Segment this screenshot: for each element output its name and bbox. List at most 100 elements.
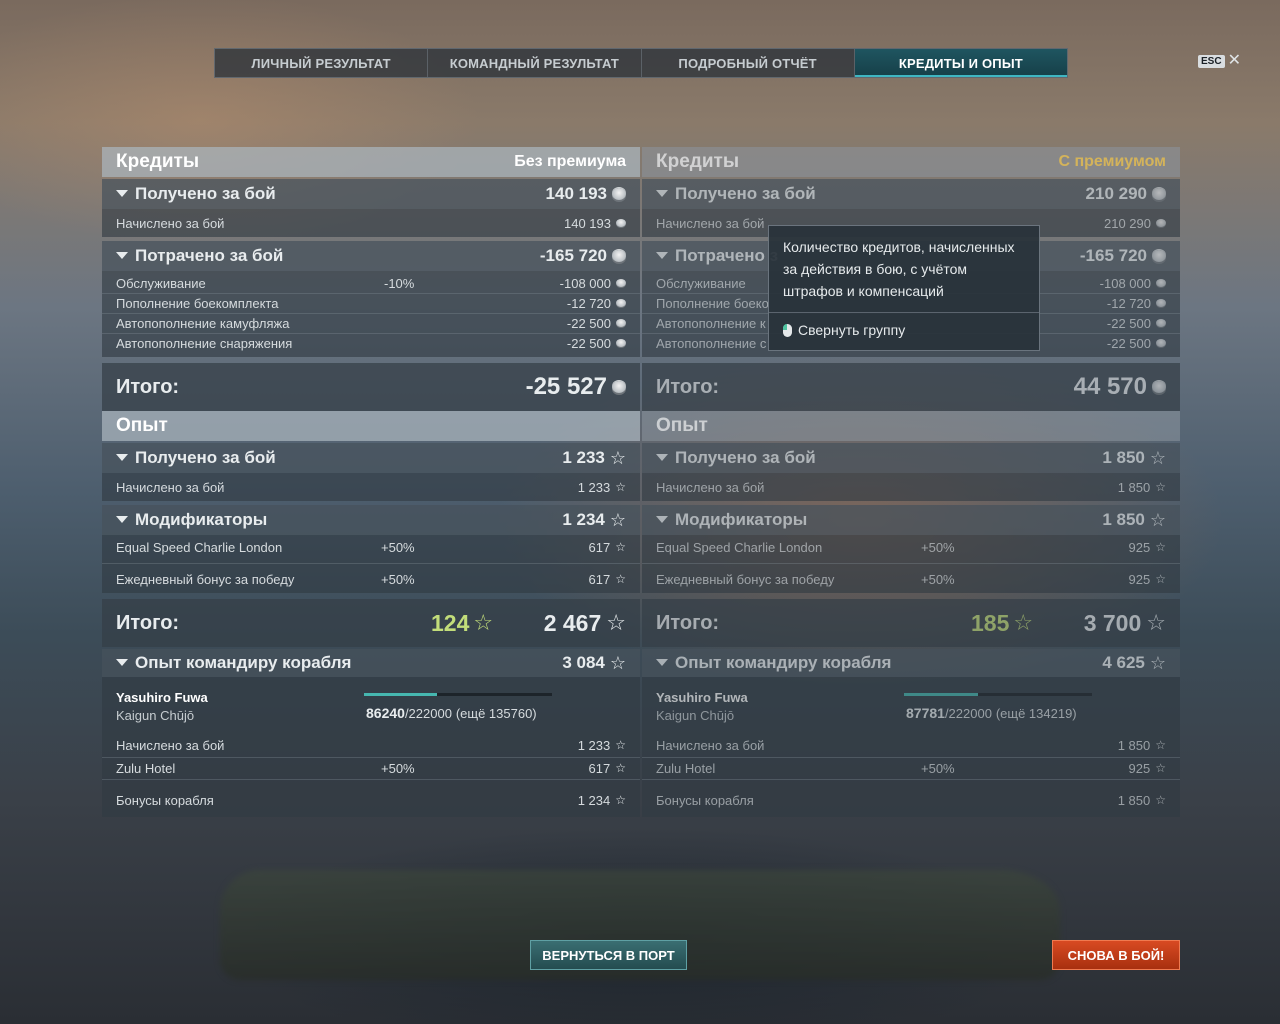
star-icon: ☆ (1146, 610, 1166, 635)
battle-again-button[interactable]: СНОВА В БОЙ! (1052, 940, 1180, 970)
row-value: -12 720 (1106, 295, 1151, 311)
group-label: Опыт командиру корабля (675, 653, 892, 672)
row-modifier-flag: Equal Speed Charlie London +50% 925 ☆ (642, 537, 1180, 557)
progress-fill (364, 693, 437, 696)
group-commander-xp[interactable]: Опыт командиру корабля 3 084 ☆ (102, 649, 640, 677)
commander-xp-text: 87781/222000 (ещё 134219) (906, 705, 1077, 721)
group-value: 4 625 (1102, 653, 1145, 672)
group-value: 1 850 (1102, 448, 1145, 467)
group-credits-earned[interactable]: Получено за бой 210 290 (642, 179, 1180, 209)
credit-coin-icon (1156, 219, 1166, 227)
group-xp-modifiers[interactable]: Модификаторы 1 234 ☆ (102, 505, 640, 535)
commander-name: Yasuhiro Fuwa (116, 690, 208, 705)
group-value: 1 234 (562, 510, 605, 529)
panel-without-premium: Кредиты Без премиума Получено за бой 140… (102, 147, 640, 817)
triangle-down-icon (656, 189, 668, 197)
row-percent: +50% (381, 539, 415, 555)
credit-coin-icon (1152, 188, 1166, 200)
free-xp-value: 185 (971, 609, 1010, 636)
tab-team-result[interactable]: КОМАНДНЫЙ РЕЗУЛЬТАТ (428, 49, 642, 77)
row-value: -12 720 (566, 295, 611, 311)
star-icon: ☆ (1155, 793, 1166, 807)
row-label: Пополнение боеко (656, 295, 769, 311)
total-value: 44 570 (1073, 373, 1147, 400)
tab-credits-and-xp[interactable]: КРЕДИТЫ И ОПЫТ (854, 49, 1067, 77)
xp-total: Итого: 124 ☆ 2 467 ☆ (102, 599, 640, 647)
row-label: Бонусы корабля (116, 792, 214, 808)
group-label: Опыт командиру корабля (135, 653, 352, 672)
row-label: Бонусы корабля (656, 792, 754, 808)
row-label: Обслуживание (656, 275, 746, 291)
row-label: Начислено за бой (656, 479, 765, 495)
credit-coin-icon (612, 250, 626, 262)
group-credits-spent[interactable]: Потрачено за бой -165 720 (102, 241, 640, 271)
group-value: 210 290 (1085, 184, 1147, 203)
row-value: 925 (1128, 539, 1151, 555)
row-commander-flag: Zulu Hotel +50% 925 ☆ (642, 758, 1180, 778)
commander-rank: Kaigun Chūjō (116, 708, 195, 723)
row-value: -108 000 (559, 275, 611, 291)
credit-coin-icon (612, 188, 626, 200)
credit-coin-icon (1152, 381, 1166, 393)
tab-detailed-report[interactable]: ПОДРОБНЫЙ ОТЧЁТ (642, 49, 855, 77)
row-label: Zulu Hotel (116, 760, 176, 776)
row-value: -22 500 (1106, 315, 1151, 331)
credit-coin-icon (616, 339, 626, 347)
mode-label: Без премиума (514, 153, 626, 170)
xp-title: Опыт (116, 415, 168, 436)
return-to-port-button[interactable]: ВЕРНУТЬСЯ В ПОРТ (530, 940, 687, 970)
commander-xp-progress (364, 693, 552, 696)
star-icon: ☆ (1155, 480, 1166, 494)
row-value: 1 233 (577, 479, 611, 495)
commander-rank: Kaigun Chūjō (656, 708, 735, 723)
group-xp-earned[interactable]: Получено за бой 1 850 ☆ (642, 443, 1180, 473)
star-icon: ☆ (1155, 761, 1166, 775)
row-label: Начислено за бой (656, 737, 765, 753)
close-button[interactable]: ESC ✕ (1198, 53, 1241, 69)
row-xp-accrued: Начислено за бой 1 850 ☆ (642, 473, 1180, 501)
row-commander-accrued: Начислено за бой 1 850 ☆ (642, 735, 1180, 755)
esc-key-label: ESC (1198, 54, 1225, 68)
row-label: Пополнение боекомплекта (116, 295, 279, 311)
row-modifier-daily-bonus: Ежедневный бонус за победу +50% 617 ☆ (102, 569, 640, 589)
credits-total: Итого: 44 570 (642, 363, 1180, 411)
group-xp-earned[interactable]: Получено за бой 1 233 ☆ (102, 443, 640, 473)
group-commander-xp[interactable]: Опыт командиру корабля 4 625 ☆ (642, 649, 1180, 677)
group-label: Получено за бой (135, 184, 276, 203)
row-value: 925 (1128, 760, 1151, 776)
row-value: 140 193 (564, 215, 611, 231)
triangle-down-icon (656, 515, 668, 523)
group-xp-modifiers[interactable]: Модификаторы 1 850 ☆ (642, 505, 1180, 535)
row-value: 617 (588, 571, 611, 587)
result-tabs: ЛИЧНЫЙ РЕЗУЛЬТАТ КОМАНДНЫЙ РЕЗУЛЬТАТ ПОД… (214, 48, 1068, 78)
star-icon: ☆ (615, 572, 626, 586)
total-value: -25 527 (525, 373, 607, 400)
total-value: 2 467 (543, 609, 602, 636)
group-credits-earned[interactable]: Получено за бой 140 193 (102, 179, 640, 209)
row-ship-bonuses: Бонусы корабля 1 850 ☆ (642, 790, 1180, 810)
total-label: Итого: (116, 375, 180, 398)
tooltip: Количество кредитов, начисленных за дейс… (768, 225, 1040, 351)
star-icon: ☆ (1155, 572, 1166, 586)
row-camo-resupply: Автопополнение камуфляжа -22 500 (102, 313, 640, 333)
star-icon: ☆ (1149, 653, 1166, 673)
star-icon: ☆ (1155, 540, 1166, 554)
group-label: Получено за бой (675, 448, 816, 467)
xp-header: Опыт (102, 411, 640, 441)
progress-fill (904, 693, 979, 696)
star-icon: ☆ (615, 738, 626, 752)
triangle-down-icon (116, 251, 128, 259)
star-icon: ☆ (615, 793, 626, 807)
triangle-down-icon (656, 453, 668, 461)
tab-personal-result[interactable]: ЛИЧНЫЙ РЕЗУЛЬТАТ (215, 49, 429, 77)
row-percent: +50% (381, 760, 415, 776)
group-value: 1 233 (562, 448, 605, 467)
credit-coin-icon (616, 299, 626, 307)
commander-block: Yasuhiro Fuwa Kaigun Chūjō 87781/222000 … (642, 677, 1180, 817)
tooltip-hint: Свернуть группу (783, 322, 905, 338)
row-percent: -10% (384, 275, 415, 291)
triangle-down-icon (116, 189, 128, 197)
free-xp-value: 124 (431, 609, 470, 636)
row-value: -22 500 (566, 315, 611, 331)
row-xp-accrued: Начислено за бой 1 233 ☆ (102, 473, 640, 501)
